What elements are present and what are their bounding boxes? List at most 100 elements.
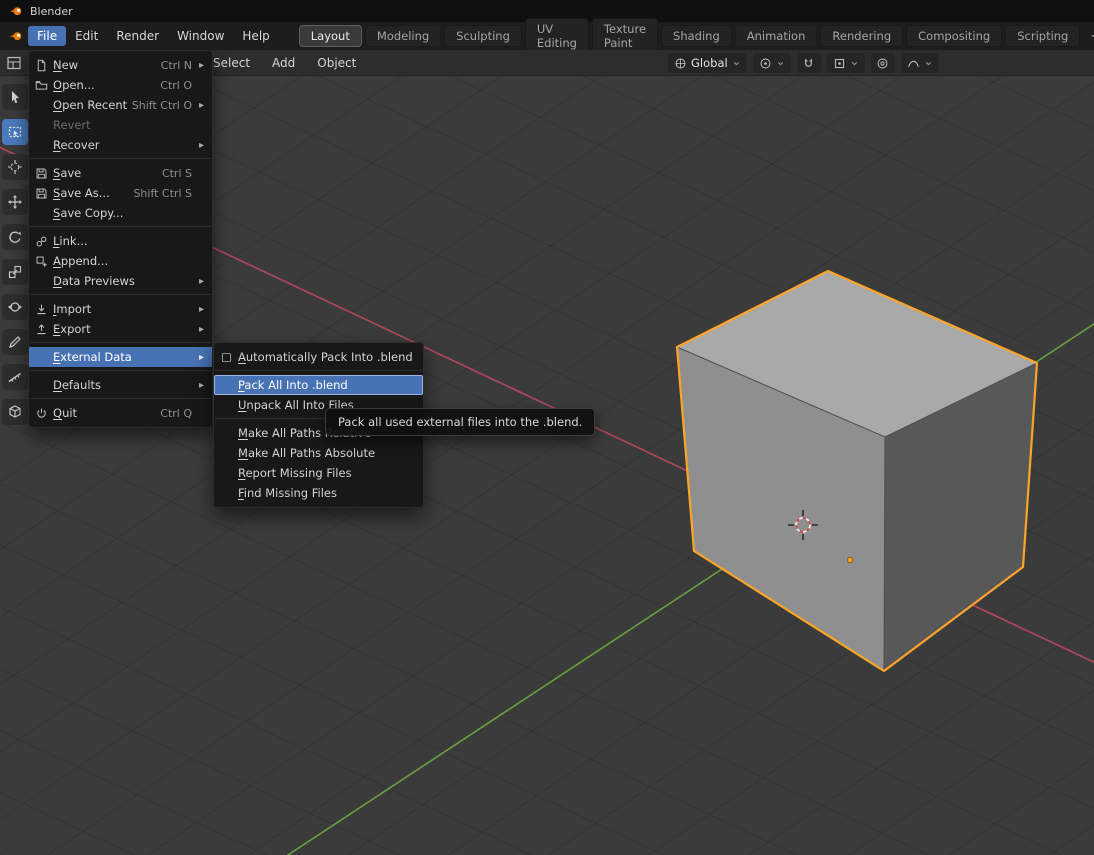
import-icon bbox=[35, 303, 53, 316]
workspace-tab-uv-editing[interactable]: UV Editing bbox=[525, 18, 589, 54]
tool-scale[interactable] bbox=[2, 259, 28, 285]
workspace-tab-shading[interactable]: Shading bbox=[661, 25, 732, 47]
menu-item-recover[interactable]: Recover ▸ bbox=[29, 135, 212, 155]
tool-select-box[interactable] bbox=[2, 119, 28, 145]
save-icon bbox=[35, 167, 53, 180]
workspace-tab-scripting[interactable]: Scripting bbox=[1005, 25, 1080, 47]
chevron-down-icon bbox=[850, 59, 859, 68]
menu-item-find-missing[interactable]: Find Missing Files bbox=[214, 483, 423, 503]
menu-item-export[interactable]: Export ▸ bbox=[29, 319, 212, 339]
menu-item-save[interactable]: Save Ctrl S bbox=[29, 163, 212, 183]
viewport-header-menus: Select Add Object bbox=[207, 50, 362, 76]
pivot-icon bbox=[759, 57, 772, 70]
menu-item-defaults[interactable]: Defaults ▸ bbox=[29, 375, 212, 395]
proportional-editing-toggle[interactable] bbox=[871, 53, 895, 73]
menu-select[interactable]: Select bbox=[207, 53, 256, 73]
tool-shelf bbox=[2, 84, 28, 425]
menu-separator bbox=[30, 370, 211, 371]
menu-item-quit[interactable]: Quit Ctrl Q bbox=[29, 403, 212, 423]
top-menubar: File Edit Render Window Help Layout Mode… bbox=[0, 22, 1094, 50]
menu-item-auto-pack[interactable]: Automatically Pack Into .blend bbox=[214, 347, 423, 367]
menu-file[interactable]: File bbox=[28, 26, 66, 46]
orientation-icon bbox=[674, 57, 687, 70]
viewport-header-controls: Global bbox=[668, 52, 939, 74]
workspace-tab-animation[interactable]: Animation bbox=[735, 25, 818, 47]
blender-window: Blender File Edit Render Window Help Lay… bbox=[0, 0, 1094, 855]
proportional-falloff-dropdown[interactable] bbox=[901, 53, 939, 73]
submenu-arrow-icon: ▸ bbox=[192, 140, 204, 151]
submenu-arrow-icon: ▸ bbox=[192, 60, 204, 71]
tooltip-text: Pack all used external files into the .b… bbox=[338, 415, 582, 429]
menu-add[interactable]: Add bbox=[266, 53, 301, 73]
menu-item-open[interactable]: Open... Ctrl O bbox=[29, 75, 212, 95]
falloff-curve-icon bbox=[907, 57, 920, 70]
menu-item-external-data[interactable]: External Data ▸ bbox=[29, 347, 212, 367]
tool-add-cube[interactable] bbox=[2, 399, 28, 425]
cube-object[interactable] bbox=[677, 271, 1037, 671]
tool-annotate[interactable] bbox=[2, 329, 28, 355]
menu-item-new[interactable]: New Ctrl N ▸ bbox=[29, 55, 212, 75]
magnet-icon bbox=[802, 57, 815, 70]
tool-move[interactable] bbox=[2, 189, 28, 215]
tool-tweak[interactable] bbox=[2, 84, 28, 110]
tool-cursor[interactable] bbox=[2, 154, 28, 180]
snap-target-icon bbox=[833, 57, 846, 70]
menu-item-import[interactable]: Import ▸ bbox=[29, 299, 212, 319]
orientation-label: Global bbox=[691, 56, 728, 70]
workspace-tab-compositing[interactable]: Compositing bbox=[906, 25, 1002, 47]
app-title: Blender bbox=[30, 5, 73, 18]
save-as-icon bbox=[35, 187, 53, 200]
tool-rotate[interactable] bbox=[2, 224, 28, 250]
menu-edit[interactable]: Edit bbox=[66, 26, 107, 46]
open-folder-icon bbox=[35, 79, 53, 92]
menu-item-save-copy[interactable]: Save Copy... bbox=[29, 203, 212, 223]
power-icon bbox=[35, 407, 53, 420]
snap-target-dropdown[interactable] bbox=[827, 53, 865, 73]
menu-object[interactable]: Object bbox=[311, 53, 362, 73]
append-icon bbox=[35, 255, 53, 268]
menu-separator bbox=[30, 226, 211, 227]
tool-measure[interactable] bbox=[2, 364, 28, 390]
workspace-tab-modeling[interactable]: Modeling bbox=[365, 25, 441, 47]
menu-window[interactable]: Window bbox=[168, 26, 233, 46]
new-file-icon bbox=[35, 59, 53, 72]
add-workspace-button[interactable]: + bbox=[1083, 27, 1094, 46]
menu-item-pack-all[interactable]: Pack All Into .blend bbox=[214, 375, 423, 395]
menu-item-revert: Revert bbox=[29, 115, 212, 135]
menu-separator bbox=[215, 370, 422, 371]
link-icon bbox=[35, 235, 53, 248]
workspace-tab-sculpting[interactable]: Sculpting bbox=[444, 25, 522, 47]
menu-separator bbox=[30, 398, 211, 399]
snap-toggle-button[interactable] bbox=[797, 53, 821, 73]
menu-item-save-as[interactable]: Save As... Shift Ctrl S bbox=[29, 183, 212, 203]
menu-item-open-recent[interactable]: Open Recent Shift Ctrl O ▸ bbox=[29, 95, 212, 115]
menu-separator bbox=[30, 342, 211, 343]
menu-item-link[interactable]: Link... bbox=[29, 231, 212, 251]
submenu-arrow-icon: ▸ bbox=[192, 100, 204, 111]
checkbox-unchecked-icon[interactable] bbox=[220, 351, 238, 364]
workspace-tab-texture-paint[interactable]: Texture Paint bbox=[592, 18, 658, 54]
tool-transform[interactable] bbox=[2, 294, 28, 320]
submenu-arrow-icon: ▸ bbox=[192, 304, 204, 315]
blender-menu-icon[interactable] bbox=[8, 27, 24, 45]
workspace-tab-layout[interactable]: Layout bbox=[299, 25, 362, 47]
menu-help[interactable]: Help bbox=[233, 26, 278, 46]
pivot-point-dropdown[interactable] bbox=[753, 53, 791, 73]
blender-logo-icon bbox=[8, 3, 24, 19]
workspace-tab-rendering[interactable]: Rendering bbox=[820, 25, 903, 47]
object-origin-point bbox=[847, 557, 853, 563]
transform-orientation-dropdown[interactable]: Global bbox=[668, 53, 747, 73]
submenu-arrow-icon: ▸ bbox=[192, 276, 204, 287]
menu-render[interactable]: Render bbox=[107, 26, 168, 46]
menu-item-append[interactable]: Append... bbox=[29, 251, 212, 271]
menu-item-data-previews[interactable]: Data Previews ▸ bbox=[29, 271, 212, 291]
workspace-tabs: Layout Modeling Sculpting UV Editing Tex… bbox=[299, 18, 1094, 54]
tooltip: Pack all used external files into the .b… bbox=[325, 408, 595, 436]
file-menu-dropdown: New Ctrl N ▸ Open... Ctrl O Open Recent … bbox=[28, 50, 213, 428]
chevron-down-icon bbox=[776, 59, 785, 68]
menu-item-report-missing[interactable]: Report Missing Files bbox=[214, 463, 423, 483]
menu-item-make-paths-absolute[interactable]: Make All Paths Absolute bbox=[214, 443, 423, 463]
chevron-down-icon bbox=[732, 59, 741, 68]
menu-separator bbox=[30, 158, 211, 159]
viewport-editor-icon bbox=[6, 55, 22, 71]
